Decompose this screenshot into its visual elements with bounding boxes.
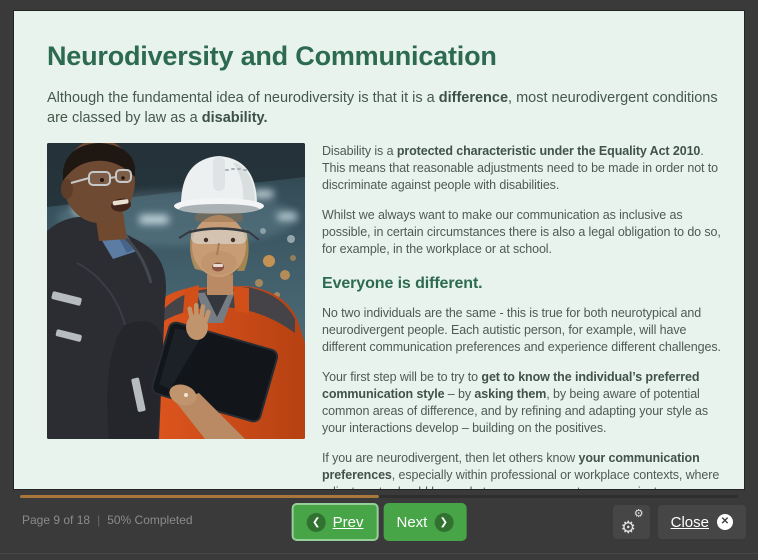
progress-bar <box>20 495 738 498</box>
player-footer: Page 9 of 18 | 50% Completed ❮ Prev Next ❯… <box>0 490 758 560</box>
page-info: Page 9 of 18 | 50% Completed <box>22 513 193 527</box>
subheading: Everyone is different. <box>322 273 724 295</box>
prev-button[interactable]: ❮ Prev <box>292 503 379 541</box>
workers-photo-illustration <box>47 143 305 439</box>
x-circle-icon: ✕ <box>717 514 733 530</box>
next-button-label: Next <box>397 514 428 531</box>
progress-label: 50% Completed <box>107 513 192 527</box>
paragraph: Disability is a protected characteristic… <box>322 143 724 194</box>
paragraph: Whilst we always want to make our commun… <box>322 207 724 258</box>
page-title: Neurodiversity and Communication <box>47 41 728 72</box>
slide-card: Neurodiversity and Communication Althoug… <box>13 10 745 490</box>
paragraph: If you are neurodivergent, then let othe… <box>322 450 724 490</box>
chevron-left-icon: ❮ <box>307 513 326 532</box>
prev-button-label: Prev <box>333 514 364 531</box>
settings-button[interactable]: ⚙ ⚙ <box>613 505 650 539</box>
slide-columns: Disability is a protected characteristic… <box>47 143 728 490</box>
cogs-icon: ⚙ ⚙ <box>621 512 642 533</box>
slide-intro: Although the fundamental idea of neurodi… <box>47 88 728 129</box>
progress-fill <box>20 495 379 498</box>
chevron-right-icon: ❯ <box>434 513 453 532</box>
page-indicator: Page 9 of 18 <box>22 513 90 527</box>
separator: | <box>97 513 100 527</box>
workers-photo <box>47 143 305 439</box>
next-button[interactable]: Next ❯ <box>384 503 467 541</box>
paragraph: No two individuals are the same - this i… <box>322 305 724 356</box>
paragraph: Your first step will be to try to get to… <box>322 369 724 437</box>
utility-buttons: ⚙ ⚙ Close ✕ <box>613 505 746 539</box>
close-button-label: Close <box>671 514 709 531</box>
close-button[interactable]: Close ✕ <box>658 505 746 539</box>
slide-body: Disability is a protected characteristic… <box>322 143 728 490</box>
nav-buttons: ❮ Prev Next ❯ <box>292 503 467 541</box>
